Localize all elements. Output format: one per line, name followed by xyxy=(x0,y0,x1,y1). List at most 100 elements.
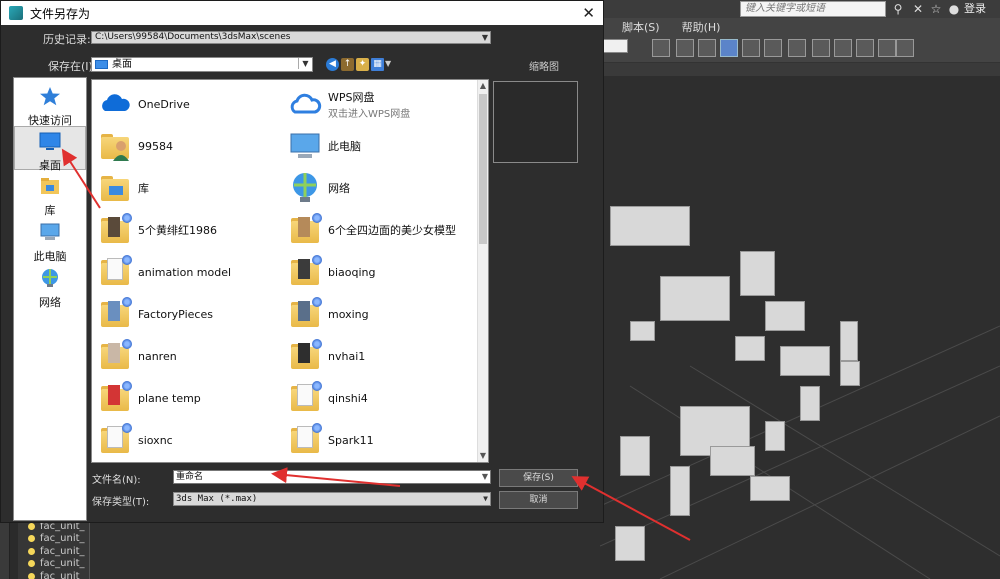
scene-explorer-icon[interactable] xyxy=(698,39,716,57)
history-dropdown[interactable]: C:\Users\99584\Documents\3dsMax\scenes ▼ xyxy=(91,31,491,44)
exchange-icon[interactable]: ✕ xyxy=(910,1,926,17)
factory-model xyxy=(660,276,730,321)
list-item[interactable]: Spark11 xyxy=(282,420,470,460)
render-online-icon[interactable] xyxy=(878,39,896,57)
place-desktop[interactable]: 桌面 xyxy=(14,126,86,172)
file-name: 网络 xyxy=(328,182,350,195)
list-item[interactable]: plane temp xyxy=(92,378,280,418)
list-item[interactable]: biaoqing xyxy=(282,252,470,292)
chevron-down-icon[interactable]: ▼ xyxy=(482,32,488,43)
up-folder-icon[interactable]: ↑ xyxy=(341,58,354,71)
list-item[interactable]: moxing xyxy=(282,294,470,334)
scene-item[interactable]: fac_unit_ xyxy=(18,558,89,571)
view-menu-chevron-icon[interactable]: ▼ xyxy=(385,59,391,68)
light-bulb-icon[interactable] xyxy=(28,547,35,555)
schematic-view-icon[interactable] xyxy=(764,39,782,57)
factory-model xyxy=(630,321,655,341)
list-item[interactable]: WPS网盘 双击进入WPS网盘 xyxy=(282,84,470,124)
scene-item[interactable]: fac_unit_ xyxy=(18,545,89,558)
rendered-frame-icon[interactable] xyxy=(834,39,852,57)
chevron-down-icon[interactable]: ▼ xyxy=(298,58,312,69)
close-icon[interactable]: ✕ xyxy=(582,3,595,23)
list-item[interactable]: OneDrive xyxy=(92,84,280,124)
chevron-down-icon[interactable]: ▼ xyxy=(482,471,488,482)
factory-model xyxy=(740,251,775,296)
library-folder-icon xyxy=(98,171,132,205)
list-item[interactable]: 6个全四边面的美少女模型 xyxy=(282,210,470,250)
curve-editor-icon[interactable] xyxy=(742,39,760,57)
scene-item-label: fac_unit_ xyxy=(40,558,85,570)
list-item[interactable]: sioxnc xyxy=(92,420,280,460)
factory-model xyxy=(750,476,790,501)
list-item[interactable]: 网络 xyxy=(282,168,470,208)
star-icon[interactable]: ☆ xyxy=(928,1,944,17)
library-icon xyxy=(41,178,59,194)
save-in-label: 保存在(I): xyxy=(48,60,97,73)
cancel-button[interactable]: 取消 xyxy=(499,491,578,509)
list-item[interactable]: 库 xyxy=(92,168,280,208)
computer-icon xyxy=(288,129,322,163)
login-link[interactable]: 登录 xyxy=(964,1,986,17)
scene-explorer-list: fac_unit_ fac_unit_ fac_unit_ fac_unit_ … xyxy=(18,520,90,579)
file-list-scrollbar[interactable]: ▲ ▼ xyxy=(477,80,488,462)
list-item[interactable]: nvhai1 xyxy=(282,336,470,376)
selection-filter-dropdown[interactable] xyxy=(602,39,628,53)
new-folder-icon[interactable]: ✦ xyxy=(356,58,369,71)
place-network[interactable]: 网络 xyxy=(14,264,86,309)
factory-model xyxy=(615,526,645,561)
light-bulb-icon[interactable] xyxy=(28,535,35,543)
back-icon[interactable]: ◀ xyxy=(326,58,339,71)
folder-icon xyxy=(288,255,322,289)
place-library[interactable]: 库 xyxy=(14,172,86,217)
binoculars-icon[interactable]: ⚲ xyxy=(890,1,906,17)
toggle-ribbon-icon[interactable] xyxy=(720,39,738,57)
scene-item[interactable]: fac_unit_ xyxy=(18,570,89,579)
folder-icon xyxy=(288,423,322,457)
folder-icon xyxy=(98,213,132,247)
perspective-viewport[interactable] xyxy=(599,76,1000,579)
scroll-down-icon[interactable]: ▼ xyxy=(478,450,488,462)
file-name: animation model xyxy=(138,265,232,279)
filename-input[interactable]: 重命名 ▼ xyxy=(173,470,491,484)
file-name: 库 xyxy=(138,182,149,195)
scene-item-label: fac_unit_ xyxy=(40,545,85,557)
render-icon[interactable] xyxy=(856,39,874,57)
chevron-down-icon[interactable]: ▼ xyxy=(483,493,488,504)
list-item[interactable]: 5个黄绯红1986 xyxy=(92,210,280,250)
light-bulb-icon[interactable] xyxy=(28,522,35,530)
place-this-pc[interactable]: 此电脑 xyxy=(14,218,86,263)
filetype-dropdown[interactable]: 3ds Max (*.max) ▼ xyxy=(173,492,491,506)
layer-icon[interactable] xyxy=(676,39,694,57)
network-icon xyxy=(42,269,58,287)
list-item[interactable]: 99584 xyxy=(92,126,280,166)
list-item[interactable]: FactoryPieces xyxy=(92,294,280,334)
user-icon[interactable]: ● xyxy=(946,1,962,17)
render-iterative-icon[interactable] xyxy=(896,39,914,57)
list-item[interactable]: 此电脑 xyxy=(282,126,470,166)
file-list[interactable]: OneDrive 99584 库 5个黄绯红1986 animation mod… xyxy=(91,79,489,463)
scroll-thumb[interactable] xyxy=(479,94,487,244)
folder-icon xyxy=(98,297,132,331)
dialog-title-bar[interactable]: 文件另存为 ✕ xyxy=(1,1,603,25)
light-bulb-icon[interactable] xyxy=(28,572,35,579)
scene-item[interactable]: fac_unit_ xyxy=(18,533,89,546)
file-name: 6个全四边面的美少女模型 xyxy=(328,224,456,237)
list-item[interactable]: qinshi4 xyxy=(282,378,470,418)
list-item[interactable]: nanren xyxy=(92,336,280,376)
filetype-value: 3ds Max (*.max) xyxy=(176,494,258,504)
save-button[interactable]: 保存(S) xyxy=(499,469,578,487)
menu-help[interactable]: 帮助(H) xyxy=(682,19,721,35)
render-setup-icon[interactable] xyxy=(812,39,830,57)
list-item[interactable]: animation model xyxy=(92,252,280,292)
light-bulb-icon[interactable] xyxy=(28,560,35,568)
select-by-name-icon[interactable] xyxy=(652,39,670,57)
help-search-input[interactable]: 键入关键字或短语 xyxy=(740,1,886,17)
save-in-dropdown[interactable]: 桌面 ▼ xyxy=(91,57,313,72)
place-quick-access[interactable]: 快速访问 xyxy=(14,82,86,127)
view-menu-icon[interactable]: ▦ xyxy=(371,58,384,71)
scroll-up-icon[interactable]: ▲ xyxy=(478,80,488,92)
star-icon xyxy=(40,87,60,106)
material-editor-icon[interactable] xyxy=(788,39,806,57)
menu-script[interactable]: 脚本(S) xyxy=(622,19,660,35)
factory-model xyxy=(840,361,860,386)
